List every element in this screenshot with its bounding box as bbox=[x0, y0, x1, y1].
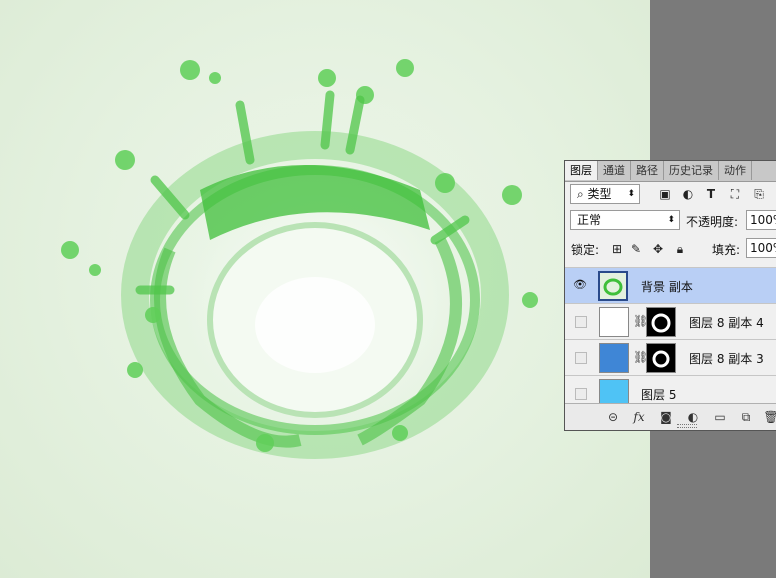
layer-thumbnail bbox=[599, 343, 629, 373]
layer-row[interactable]: 👁︎ 背景 副本 bbox=[565, 267, 776, 303]
updown-icon: ⬍ bbox=[667, 215, 675, 225]
fill-input[interactable]: 100% bbox=[746, 238, 776, 258]
eye-icon[interactable]: 👁︎ bbox=[573, 278, 587, 292]
tab-actions[interactable]: 动作 bbox=[719, 161, 752, 180]
type-filter-icon[interactable]: T bbox=[703, 186, 719, 202]
panel-tabs: 图层 通道 路径 历史记录 动作 bbox=[565, 161, 776, 182]
splash-thumb-icon bbox=[603, 278, 623, 296]
layer-row[interactable]: ⛓ 图层 8 副本 4 bbox=[565, 303, 776, 339]
tab-layers[interactable]: 图层 bbox=[565, 161, 598, 180]
mask-shape-icon bbox=[652, 350, 670, 368]
lock-move-icon[interactable]: ✥ bbox=[650, 241, 666, 257]
lock-all-icon[interactable]: 🔒︎ bbox=[672, 241, 688, 257]
layer-row[interactable]: 图层 5 bbox=[565, 375, 776, 405]
panel-footer: ⊝ fx ◙ ◐ ▭ ⧉ 🗑︎ bbox=[565, 403, 776, 430]
adjustment-icon[interactable]: ◐ bbox=[685, 409, 701, 425]
layer-thumbnail bbox=[599, 307, 629, 337]
water-splash-image bbox=[61, 59, 540, 500]
filter-value: 类型 bbox=[587, 187, 612, 201]
opacity-label: 不透明度: bbox=[686, 215, 739, 229]
layer-thumbnail bbox=[598, 271, 628, 301]
mask-icon[interactable]: ◙ bbox=[658, 409, 674, 425]
document-canvas[interactable] bbox=[0, 0, 650, 578]
opacity-input[interactable]: 100% bbox=[746, 210, 776, 230]
adjustment-filter-icon[interactable]: ◐ bbox=[680, 186, 696, 202]
visibility-toggle[interactable] bbox=[575, 388, 587, 400]
visibility-toggle[interactable] bbox=[575, 316, 587, 328]
folder-icon[interactable]: ▭ bbox=[712, 409, 728, 425]
shape-filter-icon[interactable]: ⛶ bbox=[727, 186, 743, 202]
layer-mask-thumbnail[interactable] bbox=[646, 307, 676, 337]
mask-shape-icon bbox=[651, 313, 671, 333]
search-icon: ⌕ bbox=[577, 187, 588, 201]
link-icon[interactable]: ⊝ bbox=[605, 409, 621, 425]
visibility-toggle[interactable] bbox=[575, 352, 587, 364]
blend-mode-value: 正常 bbox=[577, 213, 602, 227]
tab-paths[interactable]: 路径 bbox=[631, 161, 664, 180]
tab-channels[interactable]: 通道 bbox=[598, 161, 631, 180]
lock-label: 锁定: bbox=[571, 243, 600, 257]
blend-mode-select[interactable]: 正常 ⬍ bbox=[570, 210, 680, 230]
layer-name[interactable]: 图层 8 副本 3 bbox=[689, 350, 764, 367]
layer-row[interactable]: ⛓ 图层 8 副本 3 bbox=[565, 339, 776, 375]
layer-thumbnail bbox=[599, 379, 629, 405]
layer-name[interactable]: 图层 8 副本 4 bbox=[689, 314, 764, 331]
layers-panel: 图层 通道 路径 历史记录 动作 ⌕ 类型 ⬍ ▣ ◐ T ⛶ ⎘ 正常 ⬍ 不… bbox=[564, 160, 776, 431]
new-layer-icon[interactable]: ⧉ bbox=[738, 409, 754, 425]
resize-grip[interactable] bbox=[677, 424, 697, 428]
trash-icon[interactable]: 🗑︎ bbox=[763, 409, 776, 425]
lock-transparent-icon[interactable]: ⊞ bbox=[609, 241, 625, 257]
layer-filter-select[interactable]: ⌕ 类型 ⬍ bbox=[570, 184, 640, 204]
pixel-filter-icon[interactable]: ▣ bbox=[657, 186, 673, 202]
updown-icon: ⬍ bbox=[627, 189, 635, 199]
lock-brush-icon[interactable]: ✎ bbox=[628, 241, 644, 257]
fill-label: 填充: bbox=[712, 243, 741, 257]
smart-object-filter-icon[interactable]: ⎘ bbox=[751, 186, 767, 202]
layer-name[interactable]: 背景 副本 bbox=[641, 278, 693, 295]
tab-history[interactable]: 历史记录 bbox=[664, 161, 719, 180]
fx-icon[interactable]: fx bbox=[631, 409, 647, 425]
layer-mask-thumbnail[interactable] bbox=[646, 343, 676, 373]
layer-name[interactable]: 图层 5 bbox=[641, 386, 676, 403]
